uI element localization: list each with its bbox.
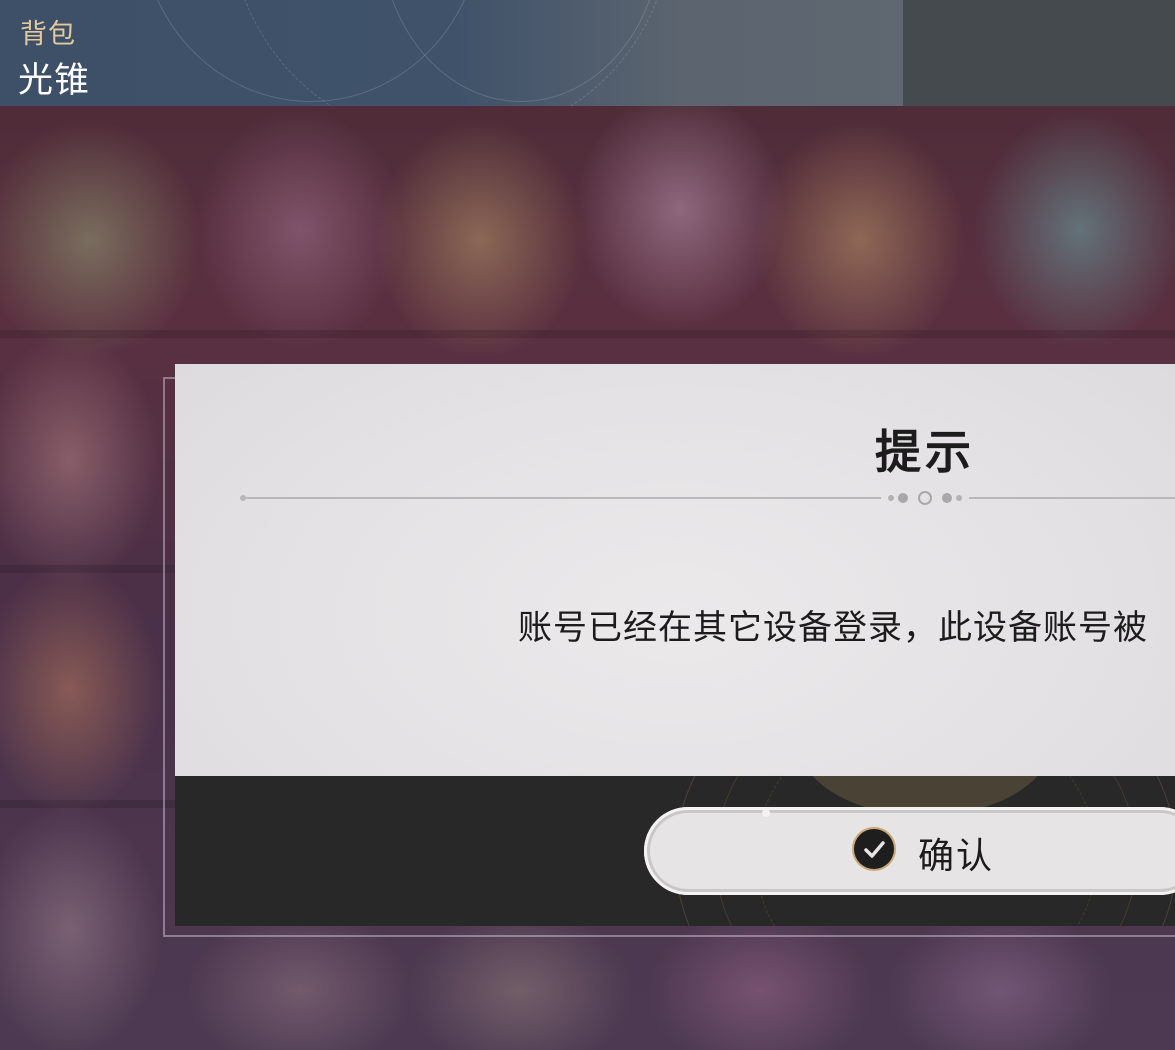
dialog-body: 提示 账号已经在其它设备登录，此设备账号被 bbox=[175, 364, 1175, 776]
top-header: 背包 光锥 bbox=[0, 0, 903, 106]
confirm-button-label: 确认 bbox=[918, 836, 995, 877]
check-circle-icon bbox=[854, 829, 894, 869]
checkmark-glyph bbox=[864, 841, 885, 858]
dialog-title: 提示 bbox=[875, 425, 975, 479]
title-divider bbox=[240, 491, 1175, 505]
background-row-divider bbox=[0, 330, 1175, 338]
header-subtitle: 背包 bbox=[20, 19, 76, 50]
top-right-panel bbox=[903, 0, 1175, 106]
header-title: 光锥 bbox=[18, 61, 91, 101]
button-decor-nub bbox=[762, 809, 770, 817]
confirm-button[interactable]: 确认 bbox=[644, 807, 1175, 895]
dialog-message: 账号已经在其它设备登录，此设备账号被 bbox=[518, 608, 1148, 648]
